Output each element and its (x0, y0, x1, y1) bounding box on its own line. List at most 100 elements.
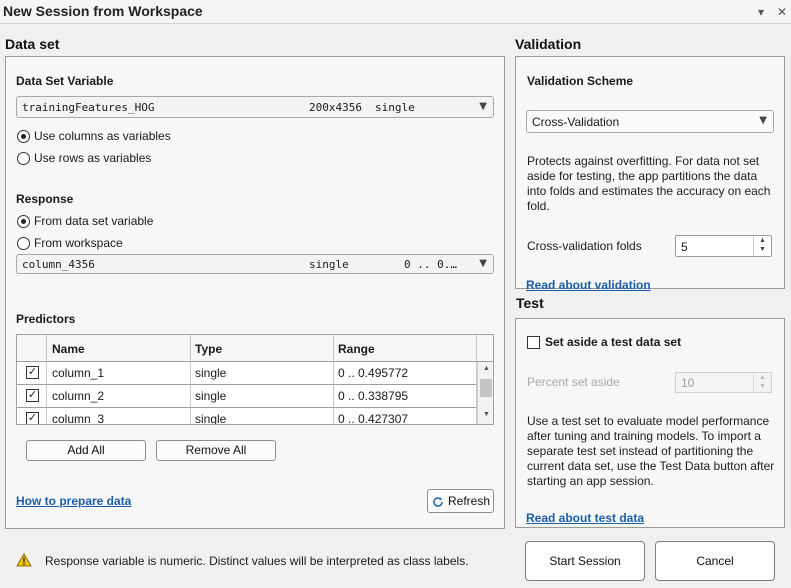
set-aside-checkbox-row[interactable]: Set aside a test data set (527, 335, 681, 349)
row-type: single (195, 389, 227, 403)
row-name: column_2 (52, 389, 105, 403)
data-set-variable-dropdown[interactable]: trainingFeatures_HOG 200x4356 single ▼ (16, 96, 494, 118)
warning-message: Response variable is numeric. Distinct v… (45, 554, 469, 568)
refresh-icon (433, 497, 443, 507)
data-set-variable-label: Data Set Variable (16, 74, 114, 88)
stepper-arrows[interactable]: ▲ ▼ (753, 236, 771, 256)
table-header-check (17, 335, 47, 362)
row-name: column_1 (52, 366, 105, 380)
validation-scheme-label: Validation Scheme (527, 74, 634, 88)
table-cell: single (191, 408, 334, 425)
how-to-prepare-data-link[interactable]: How to prepare data (16, 494, 131, 508)
cv-folds-stepper[interactable]: 5 ▲ ▼ (675, 235, 772, 257)
cv-folds-label: Cross-validation folds (527, 239, 642, 253)
refresh-button[interactable]: Refresh (427, 489, 494, 513)
checkbox-checked[interactable]: ✓ (26, 366, 39, 379)
predictors-label: Predictors (16, 312, 76, 326)
stepper-down-icon[interactable]: ▼ (759, 383, 766, 390)
percent-set-aside-label: Percent set aside (527, 375, 620, 389)
from-workspace-radio[interactable]: From workspace (17, 236, 123, 250)
table-cell: 0 .. 0.338795 (334, 385, 477, 408)
from-data-set-variable-label: From data set variable (34, 214, 154, 228)
chevron-down-icon: ▼ (479, 101, 487, 112)
cv-folds-value: 5 (681, 240, 688, 254)
use-columns-label: Use columns as variables (34, 129, 171, 143)
table-cell: column_2 (47, 385, 191, 408)
window-title: New Session from Workspace (3, 3, 203, 19)
response-variable-range: 0 .. 0.… (404, 258, 457, 271)
row-range: 0 .. 0.338795 (338, 389, 409, 403)
radio-indicator (17, 151, 30, 165)
from-data-set-variable-radio[interactable]: From data set variable (17, 214, 153, 228)
warning-icon (16, 553, 32, 567)
table-row: ✓ (17, 362, 47, 385)
scrollbar-thumb[interactable] (480, 379, 492, 397)
use-rows-label: Use rows as variables (34, 151, 152, 165)
response-variable-name: column_4356 (22, 258, 95, 271)
validation-scheme-value: Cross-Validation (532, 115, 620, 129)
validation-scheme-dropdown[interactable]: Cross-Validation ▼ (526, 110, 774, 133)
table-cell: single (191, 385, 334, 408)
set-aside-checkbox[interactable] (527, 335, 540, 349)
row-range: 0 .. 0.427307 (338, 412, 409, 425)
read-about-test-data-link[interactable]: Read about test data (526, 511, 644, 525)
table-row: ✓ (17, 408, 47, 424)
table-cell: single (191, 362, 334, 385)
table-cell: 0 .. 0.495772 (334, 362, 477, 385)
checkbox-checked[interactable]: ✓ (26, 389, 39, 402)
use-rows-radio[interactable]: Use rows as variables (17, 151, 151, 165)
stepper-up-icon[interactable]: ▲ (759, 374, 766, 381)
row-type: single (195, 412, 227, 425)
use-columns-radio[interactable]: Use columns as variables (17, 129, 171, 143)
table-cell: 0 .. 0.427307 (334, 408, 477, 425)
test-description: Use a test set to evaluate model perform… (527, 414, 775, 488)
refresh-label: Refresh (448, 494, 491, 508)
variable-type: single (375, 101, 415, 114)
radio-indicator (17, 236, 30, 250)
set-aside-label: Set aside a test data set (545, 335, 682, 349)
validation-description: Protects against overfitting. For data n… (527, 154, 771, 213)
table-row: ✓ (17, 385, 47, 408)
scroll-up-icon[interactable]: ▲ (483, 365, 490, 372)
table-cell: column_3 (47, 408, 191, 425)
table-cell: column_1 (47, 362, 191, 385)
row-range: 0 .. 0.495772 (338, 366, 409, 380)
header-type: Type (195, 342, 223, 356)
validation-section-title: Validation (515, 36, 582, 52)
add-all-button[interactable]: Add All (26, 440, 146, 461)
table-header-corner (477, 335, 493, 362)
checkbox-checked[interactable]: ✓ (26, 412, 39, 424)
row-name: column_3 (52, 412, 105, 425)
scroll-down-icon[interactable]: ▼ (483, 411, 490, 418)
from-workspace-label: From workspace (34, 236, 123, 250)
response-variable-dropdown[interactable]: column_4356 single 0 .. 0.… ▼ (16, 254, 494, 274)
radio-indicator (17, 214, 30, 228)
header-name: Name (52, 342, 85, 356)
radio-indicator (17, 129, 30, 143)
title-bar: New Session from Workspace ▾ ✕ (0, 0, 791, 24)
percent-set-aside-stepper[interactable]: 10 ▲ ▼ (675, 372, 772, 393)
response-label: Response (16, 192, 74, 206)
header-range: Range (338, 342, 375, 356)
read-about-validation-link[interactable]: Read about validation (526, 278, 651, 292)
table-header-cell[interactable]: Type (191, 335, 334, 362)
test-section-title: Test (516, 295, 544, 311)
cancel-button[interactable]: Cancel (655, 541, 775, 581)
start-session-button[interactable]: Start Session (525, 541, 645, 581)
stepper-down-icon[interactable]: ▼ (759, 246, 766, 253)
dataset-section-title: Data set (5, 36, 60, 52)
table-header-cell[interactable]: Range (334, 335, 477, 362)
table-scrollbar[interactable]: ▲ ▼ (477, 362, 493, 424)
percent-value: 10 (681, 376, 695, 390)
remove-all-button[interactable]: Remove All (156, 440, 276, 461)
chevron-down-icon[interactable]: ▾ (758, 5, 764, 19)
table-header-cell[interactable]: Name (47, 335, 191, 362)
row-type: single (195, 366, 227, 380)
response-variable-type: single (309, 258, 349, 271)
variable-name: trainingFeatures_HOG (22, 101, 155, 114)
chevron-down-icon: ▼ (759, 115, 767, 126)
stepper-up-icon[interactable]: ▲ (759, 237, 766, 244)
stepper-arrows[interactable]: ▲ ▼ (753, 373, 771, 392)
close-icon[interactable]: ✕ (777, 5, 787, 19)
predictors-table[interactable]: Name Type Range ✓ column_1 single 0 .. 0… (16, 334, 494, 425)
